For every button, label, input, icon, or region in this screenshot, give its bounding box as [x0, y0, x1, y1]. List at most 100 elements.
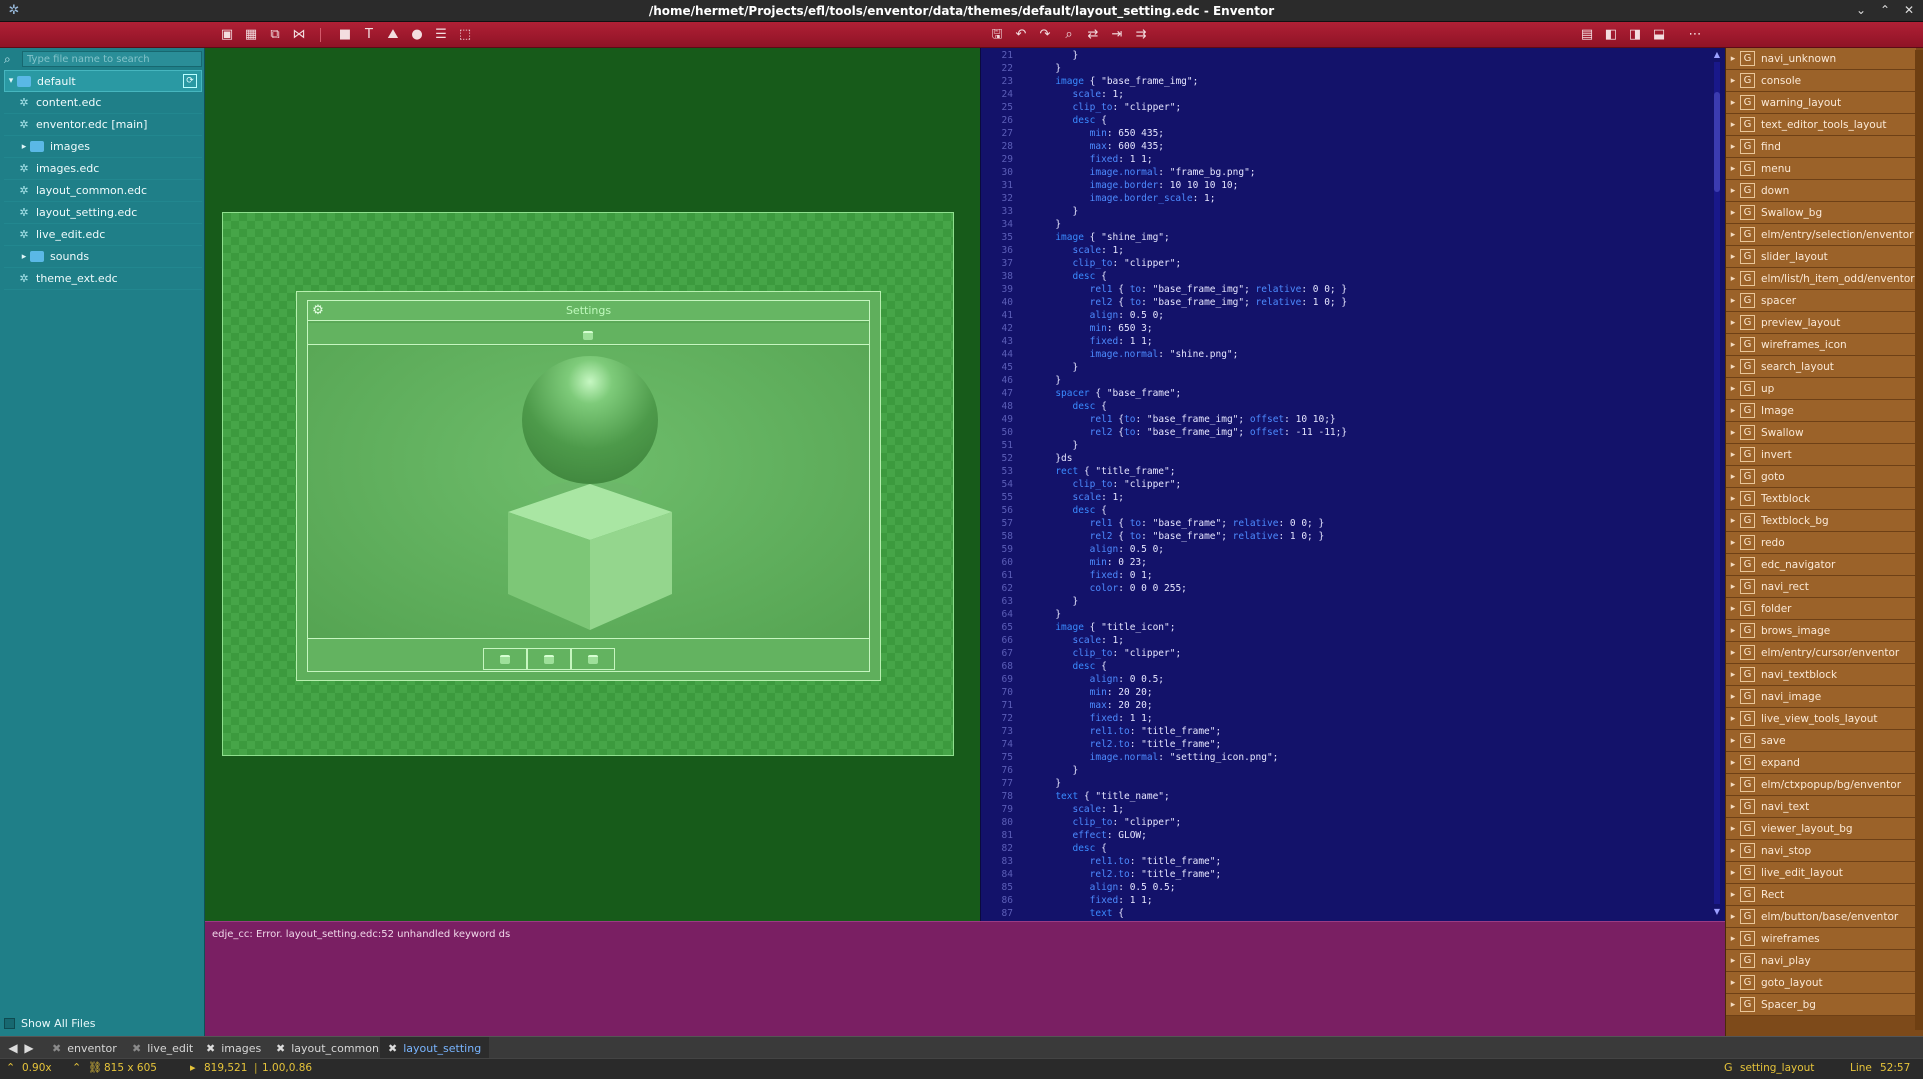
line-text[interactable]: rel2 { to: "base_frame_img"; relative: 1…	[1021, 297, 1347, 308]
code-line[interactable]: 34 }	[981, 218, 1062, 231]
code-line[interactable]: 72 fixed: 1 1;	[981, 712, 1153, 725]
line-text[interactable]: scale: 1;	[1021, 492, 1124, 503]
code-line[interactable]: 79 scale: 1;	[981, 803, 1124, 816]
code-line[interactable]: 21 }	[981, 49, 1079, 62]
chevron-right-icon[interactable]: ▸	[18, 142, 30, 152]
close-icon[interactable]: ✖	[132, 1042, 141, 1055]
line-text[interactable]: rel1 {to: "base_frame_img"; offset: 10 1…	[1021, 414, 1336, 425]
line-text[interactable]: effect: GLOW;	[1021, 830, 1146, 841]
chevron-right-icon[interactable]: ▸	[1726, 76, 1740, 86]
line-text[interactable]: max: 600 435;	[1021, 141, 1164, 152]
tab-images[interactable]: ✖ images	[198, 1037, 269, 1059]
line-text[interactable]: rel1 { to: "base_frame_img"; relative: 0…	[1021, 284, 1347, 295]
line-text[interactable]: }	[1021, 596, 1078, 607]
panel-bottom-icon[interactable]: ⬓	[1650, 26, 1668, 44]
code-line[interactable]: 50 rel2 {to: "base_frame_img"; offset: -…	[981, 426, 1348, 439]
code-line[interactable]: 67 clip_to: "clipper";	[981, 647, 1182, 660]
group-item[interactable]: ▸ Gredo	[1726, 532, 1916, 554]
chevron-right-icon[interactable]: ▸	[1726, 824, 1740, 834]
panel-right-icon[interactable]: ◨	[1626, 26, 1644, 44]
code-line[interactable]: 52 }ds	[981, 452, 1073, 465]
line-text[interactable]: }	[1021, 440, 1078, 451]
chevron-right-icon[interactable]: ▸	[1726, 560, 1740, 570]
group-item[interactable]: ▸ Gconsole	[1726, 70, 1916, 92]
chevron-up-icon[interactable]: ▲	[1711, 50, 1723, 59]
chevron-right-icon[interactable]: ▸	[1726, 208, 1740, 218]
line-text[interactable]: align: 0.5 0.5;	[1021, 882, 1176, 893]
group-item[interactable]: ▸ Gwarning_layout	[1726, 92, 1916, 114]
code-line[interactable]: 39 rel1 { to: "base_frame_img"; relative…	[981, 283, 1348, 296]
redo-icon[interactable]: ↷	[1036, 26, 1054, 44]
code-line[interactable]: 81 effect: GLOW;	[981, 829, 1147, 842]
tab-layout-setting[interactable]: ✖ layout_setting	[380, 1037, 490, 1059]
chevron-right-icon[interactable]: ▸	[1726, 340, 1740, 350]
group-item[interactable]: ▸ G Image	[1726, 400, 1916, 422]
code-line[interactable]: 70 min: 20 20;	[981, 686, 1153, 699]
group-item[interactable]: ▸ G Textblock_bg	[1726, 510, 1916, 532]
group-item[interactable]: ▸ Gnavi_stop	[1726, 840, 1916, 862]
line-text[interactable]: clip_to: "clipper";	[1021, 258, 1181, 269]
code-line[interactable]: 31 image.border: 10 10 10 10;	[981, 179, 1239, 192]
tree-item-layout-common-edc[interactable]: ✲ layout_common.edc	[4, 180, 202, 202]
line-text[interactable]: }	[1021, 765, 1078, 776]
chevron-left-icon[interactable]: ◀	[6, 1040, 20, 1056]
line-text[interactable]: scale: 1;	[1021, 245, 1124, 256]
line-text[interactable]: rel1.to: "title_frame";	[1021, 856, 1222, 867]
footer-button-slot[interactable]	[483, 648, 527, 670]
line-text[interactable]: fixed: 1 1;	[1021, 895, 1153, 906]
line-text[interactable]: }	[1021, 362, 1078, 373]
group-item[interactable]: ▸ Glive_view_tools_layout	[1726, 708, 1916, 730]
line-text[interactable]: max: 20 20;	[1021, 700, 1153, 711]
group-item[interactable]: ▸ Gwireframes_icon	[1726, 334, 1916, 356]
group-item[interactable]: ▸ Gnavi_rect	[1726, 576, 1916, 598]
group-item[interactable]: ▸ Gnavi_play	[1726, 950, 1916, 972]
code-line[interactable]: 82 desc {	[981, 842, 1107, 855]
group-item[interactable]: ▸ Gtext_editor_tools_layout	[1726, 114, 1916, 136]
group-item[interactable]: ▸ Glive_edit_layout	[1726, 862, 1916, 884]
code-line[interactable]: 46 }	[981, 374, 1062, 387]
code-text-area[interactable]: 21 } 22 } 23 image { "base_frame_img"; 24 s…	[981, 48, 1693, 921]
line-text[interactable]: }	[1021, 219, 1061, 230]
chevron-right-icon[interactable]: ▸	[1726, 604, 1740, 614]
line-text[interactable]: spacer { "base_frame";	[1021, 388, 1181, 399]
close-icon[interactable]: ✖	[388, 1042, 397, 1055]
tree-item-enventor-edc[interactable]: ✲ enventor.edc [main]	[4, 114, 202, 136]
chevron-right-icon[interactable]: ▸	[1726, 230, 1740, 240]
line-text[interactable]: image.normal: "setting_icon.png";	[1021, 752, 1279, 763]
line-text[interactable]: min: 20 20;	[1021, 687, 1153, 698]
chevron-right-icon[interactable]: ▸	[1726, 362, 1740, 372]
line-text[interactable]: color: 0 0 0 255;	[1021, 583, 1187, 594]
chevron-down-icon[interactable]: ⌄	[1853, 2, 1869, 18]
code-line[interactable]: 64 }	[981, 608, 1062, 621]
chevron-right-icon[interactable]: ▸	[1726, 1000, 1740, 1010]
group-item[interactable]: ▸ Ginvert	[1726, 444, 1916, 466]
code-editor[interactable]: 21 } 22 } 23 image { "base_frame_img"; 24 s…	[980, 48, 1725, 921]
code-line[interactable]: 69 align: 0 0.5;	[981, 673, 1164, 686]
line-text[interactable]: scale: 1;	[1021, 89, 1124, 100]
indent-icon[interactable]: ⇥	[1108, 26, 1126, 44]
line-text[interactable]: desc {	[1021, 843, 1106, 854]
group-item[interactable]: ▸ Gelm/ctxpopup/bg/enventor	[1726, 774, 1916, 796]
code-line[interactable]: 78 text { "title_name";	[981, 790, 1170, 803]
line-text[interactable]: rel2.to: "title_frame";	[1021, 739, 1222, 750]
code-line[interactable]: 45 }	[981, 361, 1079, 374]
footer-button-slot[interactable]	[571, 648, 615, 670]
spacer-icon[interactable]: ⬚	[456, 26, 474, 44]
chevron-right-icon[interactable]: ▸	[1726, 736, 1740, 746]
group-item[interactable]: ▸ Gsearch_layout	[1726, 356, 1916, 378]
chevron-right-icon[interactable]: ▸	[1726, 582, 1740, 592]
code-line[interactable]: 32 image.border_scale: 1;	[981, 192, 1216, 205]
group-item[interactable]: ▸ Gelm/button/base/enventor	[1726, 906, 1916, 928]
line-text[interactable]: clip_to: "clipper";	[1021, 648, 1181, 659]
line-text[interactable]: rel2 { to: "base_frame"; relative: 1 0; …	[1021, 531, 1325, 542]
group-item[interactable]: ▸ Gnavi_image	[1726, 686, 1916, 708]
line-text[interactable]: min: 650 435;	[1021, 128, 1164, 139]
code-line[interactable]: 63 }	[981, 595, 1079, 608]
chevron-right-icon[interactable]: ▸	[1726, 494, 1740, 504]
chevron-right-icon[interactable]: ▸	[1726, 670, 1740, 680]
line-text[interactable]: align: 0 0.5;	[1021, 674, 1164, 685]
tree-root-folder[interactable]: ▾ default ⟳	[4, 70, 202, 92]
code-line[interactable]: 60 min: 0 23;	[981, 556, 1147, 569]
code-line[interactable]: 59 align: 0.5 0;	[981, 543, 1164, 556]
chevron-right-icon[interactable]: ▸	[1726, 54, 1740, 64]
